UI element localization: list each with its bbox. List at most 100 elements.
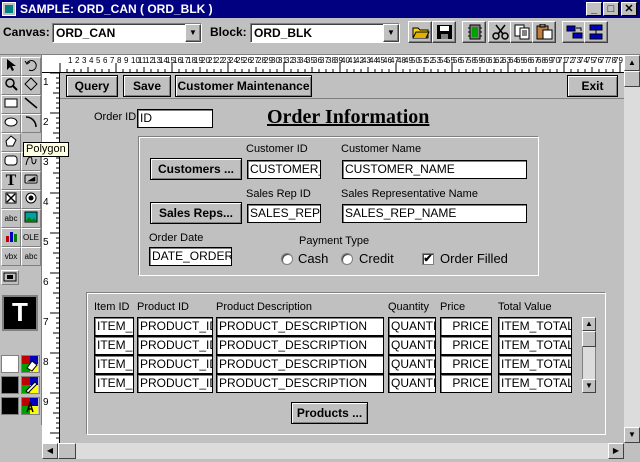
table-cell[interactable]: ITEM_I — [94, 317, 134, 336]
chart-icon — [6, 232, 17, 242]
chart-tool[interactable] — [1, 228, 21, 247]
button-bar: Query Save Customer Maintenance Exit — [60, 73, 624, 99]
cash-radio[interactable] — [281, 253, 293, 265]
button-tool[interactable] — [1, 270, 19, 285]
line-tool[interactable] — [21, 95, 41, 114]
chevron-up-icon[interactable]: ▲ — [582, 317, 596, 331]
order-filled-checkbox[interactable]: ✔ — [422, 253, 434, 265]
scroll-down-icon[interactable]: ▼ — [624, 427, 640, 443]
table-cell[interactable]: PRODUCT_DESCRIPTION — [216, 317, 384, 336]
block-select[interactable]: ORD_BLK ▼ — [250, 23, 400, 43]
vertical-scrollbar[interactable]: ▲ ▼ — [624, 55, 640, 443]
canvas-select[interactable]: ORD_CAN ▼ — [52, 23, 202, 43]
table-cell[interactable]: ITEM_I — [94, 355, 134, 374]
reshape-icon — [24, 77, 38, 91]
ellipse-tool[interactable] — [1, 114, 21, 133]
customers-button[interactable]: Customers ... — [150, 158, 242, 180]
arc-tool[interactable] — [21, 114, 41, 133]
line-color-tool[interactable] — [21, 376, 40, 394]
rounded-rectangle-tool[interactable] — [1, 152, 21, 171]
rotate-tool[interactable] — [21, 57, 41, 76]
text-color-tool[interactable] — [21, 397, 40, 415]
sales-rep-id-field[interactable]: SALES_REP_ — [247, 204, 321, 223]
fill-color-swatch[interactable] — [1, 355, 19, 373]
table-cell[interactable]: PRODUCT_DESCRIPTION — [216, 374, 384, 393]
rectangle-tool[interactable] — [1, 95, 21, 114]
polygon-tool[interactable] — [1, 133, 21, 152]
image-tool[interactable] — [21, 209, 41, 228]
table-cell[interactable]: ITEM_TOTAL — [498, 355, 572, 374]
scroll-left-icon[interactable]: ◀ — [42, 443, 58, 459]
sales-rep-name-field[interactable]: SALES_REP_NAME — [342, 204, 527, 223]
maximize-button[interactable]: □ — [603, 2, 619, 16]
table-cell[interactable]: ITEM_I — [94, 336, 134, 355]
minimize-button[interactable]: _ — [586, 2, 602, 16]
run-form-button[interactable] — [462, 21, 486, 43]
chevron-down-icon[interactable]: ▼ — [383, 24, 399, 42]
open-folder-button[interactable] — [408, 21, 432, 43]
order-date-field[interactable]: DATE_ORDER — [149, 247, 232, 266]
chevron-down-icon[interactable]: ▼ — [582, 379, 596, 393]
select-tool[interactable] — [1, 57, 21, 76]
table-cell[interactable]: ITEM_TOTAL — [498, 374, 572, 393]
scroll-up-icon[interactable]: ▲ — [624, 55, 640, 71]
line-color-swatch[interactable] — [1, 376, 19, 394]
checkbox-icon — [5, 192, 17, 204]
font-preview[interactable]: T — [2, 295, 38, 331]
text-color-swatch[interactable] — [1, 397, 19, 415]
table-cell[interactable]: ITEM_I — [94, 374, 134, 393]
radio-tool[interactable] — [21, 190, 41, 209]
vertical-scroll-thumb[interactable] — [624, 71, 640, 87]
close-button[interactable]: ✕ — [621, 2, 637, 16]
table-cell[interactable]: PRODUCT_ID — [137, 374, 213, 393]
query-button[interactable]: Query — [66, 75, 118, 97]
horizontal-scrollbar[interactable]: ◀ ▶ — [42, 443, 624, 459]
table-cell[interactable]: PRICE — [440, 374, 492, 393]
text-item-tool[interactable]: abc — [1, 209, 21, 228]
table-cell[interactable]: PRODUCT_DESCRIPTION — [216, 336, 384, 355]
table-cell[interactable]: QUANTI — [388, 317, 436, 336]
products-button[interactable]: Products ... — [291, 402, 368, 424]
cut-button[interactable] — [488, 21, 512, 43]
table-cell[interactable]: ITEM_TOTAL — [498, 317, 572, 336]
horizontal-scroll-thumb[interactable] — [58, 443, 76, 459]
align-button[interactable] — [562, 21, 586, 43]
fill-color-tool[interactable] — [21, 355, 40, 373]
credit-radio[interactable] — [341, 253, 353, 265]
customer-maintenance-button[interactable]: Customer Maintenance — [175, 75, 312, 97]
save-file-button[interactable] — [432, 21, 456, 43]
size-objects-button[interactable] — [584, 21, 608, 43]
frame-tool[interactable] — [21, 171, 41, 190]
items-scrollbar[interactable]: ▲ ▼ — [582, 317, 596, 393]
checkbox-tool[interactable] — [1, 190, 21, 209]
table-cell[interactable]: QUANTI — [388, 355, 436, 374]
text-tool[interactable]: T — [1, 171, 21, 190]
table-cell[interactable]: PRICE — [440, 355, 492, 374]
ole-tool[interactable]: OLE — [21, 228, 41, 247]
display-item-tool[interactable]: abc — [21, 247, 41, 266]
table-cell[interactable]: PRODUCT_DESCRIPTION — [216, 355, 384, 374]
table-cell[interactable]: PRODUCT_ID — [137, 336, 213, 355]
paste-button[interactable] — [532, 21, 556, 43]
save-button[interactable]: Save — [123, 75, 171, 97]
vbx-tool[interactable]: vbx — [1, 247, 21, 266]
copy-button[interactable] — [510, 21, 534, 43]
customer-id-field[interactable]: CUSTOMER_ — [247, 160, 321, 179]
chevron-down-icon[interactable]: ▼ — [185, 24, 201, 42]
table-cell[interactable]: PRODUCT_ID — [137, 317, 213, 336]
magnify-tool[interactable] — [1, 76, 21, 95]
table-cell[interactable]: ITEM_TOTAL — [498, 336, 572, 355]
reshape-tool[interactable] — [21, 76, 41, 95]
table-cell[interactable]: PRICE — [440, 336, 492, 355]
items-scroll-thumb[interactable] — [582, 331, 596, 347]
table-cell[interactable]: QUANTI — [388, 374, 436, 393]
table-cell[interactable]: PRICE — [440, 317, 492, 336]
table-cell[interactable]: QUANTI — [388, 336, 436, 355]
order-id-field[interactable]: ID — [137, 109, 213, 128]
exit-button[interactable]: Exit — [567, 75, 618, 97]
customer-name-field[interactable]: CUSTOMER_NAME — [342, 160, 527, 179]
table-cell[interactable]: PRODUCT_ID — [137, 355, 213, 374]
sales-reps-button[interactable]: Sales Reps... — [150, 202, 242, 224]
scroll-right-icon[interactable]: ▶ — [608, 443, 624, 459]
app-icon[interactable] — [2, 2, 16, 16]
